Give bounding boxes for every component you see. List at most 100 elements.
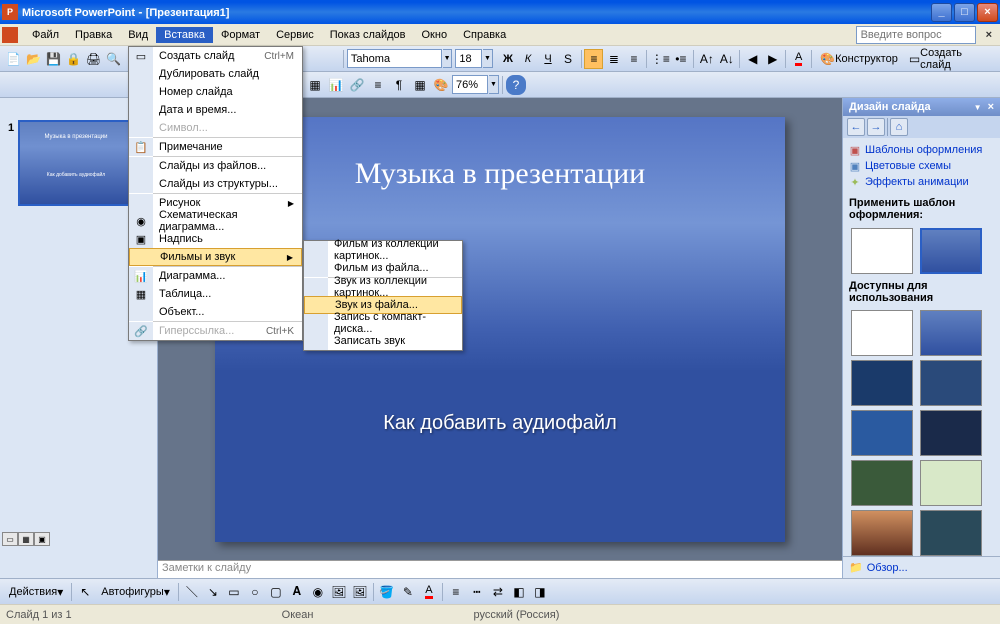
align-left-icon[interactable]: ≡ [584, 49, 603, 69]
menu-item[interactable]: Слайды из файлов... [129, 157, 302, 175]
menu-insert[interactable]: Вставка [156, 27, 213, 43]
grid-icon[interactable]: ▦ [410, 75, 430, 95]
maximize-button[interactable]: □ [954, 3, 975, 22]
wordart-icon[interactable]: 𝐀 [287, 582, 307, 602]
template-item[interactable] [851, 410, 913, 456]
link-templates[interactable]: ▣Шаблоны оформления [849, 142, 994, 158]
expand-icon[interactable]: ≡ [368, 75, 388, 95]
template-item[interactable] [920, 510, 982, 556]
slide-thumbnail-1[interactable]: 1 Музыка в презентации Как добавить ауди… [18, 120, 134, 206]
autoshapes-button[interactable]: Автофигуры ▾ [96, 582, 175, 602]
bold-icon[interactable]: Ж [499, 49, 518, 69]
align-center-icon[interactable]: ≣ [604, 49, 623, 69]
decrease-indent-icon[interactable]: ◀ [743, 49, 762, 69]
template-item[interactable] [851, 228, 913, 274]
template-item[interactable] [851, 310, 913, 356]
menu-item[interactable]: Номер слайда [129, 83, 302, 101]
table-icon[interactable]: ▦ [305, 75, 325, 95]
link-animations[interactable]: ✦Эффекты анимации [849, 174, 994, 190]
submenu-item[interactable]: Фильм из коллекции картинок... [304, 241, 462, 259]
menu-format[interactable]: Формат [213, 27, 268, 43]
taskpane-dropdown-icon[interactable]: ▼ [974, 103, 982, 112]
doc-close-button[interactable]: × [980, 29, 998, 41]
arrow-style-icon[interactable]: ⇄ [488, 582, 508, 602]
menu-item[interactable]: Дата и время... [129, 101, 302, 119]
fill-color-icon[interactable]: 🪣 [377, 582, 397, 602]
menu-window[interactable]: Окно [414, 27, 456, 43]
zoom-select[interactable]: 76% [452, 75, 488, 94]
template-item[interactable] [920, 228, 982, 274]
open-icon[interactable]: 📂 [24, 49, 43, 69]
new-slide-button[interactable]: ▭ Создать слайд [904, 49, 996, 69]
bullets-icon[interactable]: •≡ [671, 49, 690, 69]
nav-back-icon[interactable]: ← [847, 118, 865, 136]
template-item[interactable] [920, 460, 982, 506]
textbox-icon[interactable]: ▢ [266, 582, 286, 602]
rectangle-icon[interactable]: ▭ [224, 582, 244, 602]
line-style-icon[interactable]: ≡ [446, 582, 466, 602]
nav-forward-icon[interactable]: → [867, 118, 885, 136]
menu-item[interactable]: 📋Примечание [129, 138, 302, 156]
font-color-icon[interactable]: A [789, 49, 808, 69]
template-item[interactable] [851, 460, 913, 506]
fontsize-dropdown-icon[interactable]: ▼ [483, 49, 493, 68]
menu-item[interactable]: ▭Создать слайдCtrl+M [129, 47, 302, 65]
show-formatting-icon[interactable]: ¶ [389, 75, 409, 95]
menu-item[interactable]: Дублировать слайд [129, 65, 302, 83]
italic-icon[interactable]: К [519, 49, 538, 69]
picture-icon[interactable]: 🖼 [350, 582, 370, 602]
notes-area[interactable]: Заметки к слайду [158, 560, 842, 578]
menu-item[interactable]: ◉Схематическая диаграмма... [129, 212, 302, 230]
diagram-icon[interactable]: ◉ [308, 582, 328, 602]
shadow-icon[interactable]: S [559, 49, 578, 69]
zoom-dropdown-icon[interactable]: ▼ [489, 75, 499, 94]
save-icon[interactable]: 💾 [44, 49, 63, 69]
preview-icon[interactable]: 🔍 [104, 49, 123, 69]
slideshow-view-icon[interactable]: ▣ [34, 532, 50, 546]
decrease-font-icon[interactable]: A↓ [717, 49, 736, 69]
menu-view[interactable]: Вид [120, 27, 156, 43]
numbering-icon[interactable]: ⋮≡ [650, 49, 670, 69]
increase-indent-icon[interactable]: ▶ [763, 49, 782, 69]
template-item[interactable] [851, 510, 913, 556]
dash-style-icon[interactable]: ┅ [467, 582, 487, 602]
underline-icon[interactable]: Ч [539, 49, 558, 69]
taskpane-close-icon[interactable]: × [988, 101, 994, 113]
designer-button[interactable]: 🎨 Конструктор [815, 49, 903, 69]
select-icon[interactable]: ↖ [75, 582, 95, 602]
new-icon[interactable]: 📄 [4, 49, 23, 69]
sorter-view-icon[interactable]: ▦ [18, 532, 34, 546]
menu-help[interactable]: Справка [455, 27, 514, 43]
link-color-schemes[interactable]: ▣Цветовые схемы [849, 158, 994, 174]
line-icon[interactable]: ＼ [182, 582, 202, 602]
menu-slideshow[interactable]: Показ слайдов [322, 27, 414, 43]
nav-home-icon[interactable]: ⌂ [890, 118, 908, 136]
template-item[interactable] [851, 360, 913, 406]
submenu-item[interactable]: Записать звук [304, 332, 462, 350]
menu-item[interactable]: Фильмы и звук▶ [129, 248, 302, 266]
menu-item[interactable]: Слайды из структуры... [129, 175, 302, 193]
menu-tools[interactable]: Сервис [268, 27, 322, 43]
font-dropdown-icon[interactable]: ▼ [443, 49, 453, 68]
minimize-button[interactable]: _ [931, 3, 952, 22]
submenu-item[interactable]: Звук из коллекции картинок... [304, 278, 462, 296]
browse-link[interactable]: 📁 Обзор... [843, 556, 1000, 578]
close-button[interactable]: × [977, 3, 998, 22]
permission-icon[interactable]: 🔒 [64, 49, 83, 69]
menu-file[interactable]: Файл [24, 27, 67, 43]
clipart-icon[interactable]: 🖼 [329, 582, 349, 602]
color-icon[interactable]: 🎨 [431, 75, 451, 95]
template-item[interactable] [920, 410, 982, 456]
fontsize-select[interactable]: 18 [455, 49, 482, 68]
font-color-icon[interactable]: A [419, 582, 439, 602]
3d-style-icon[interactable]: ◨ [530, 582, 550, 602]
menu-edit[interactable]: Правка [67, 27, 120, 43]
hyperlink-icon[interactable]: 🔗 [347, 75, 367, 95]
help-input[interactable] [856, 26, 976, 44]
line-color-icon[interactable]: ✎ [398, 582, 418, 602]
arrow-icon[interactable]: ↘ [203, 582, 223, 602]
print-icon[interactable]: 🖨 [84, 49, 103, 69]
align-right-icon[interactable]: ≡ [624, 49, 643, 69]
menu-item[interactable]: ▦Таблица... [129, 285, 302, 303]
slide-subtitle[interactable]: Как добавить аудиофайл [215, 412, 785, 435]
